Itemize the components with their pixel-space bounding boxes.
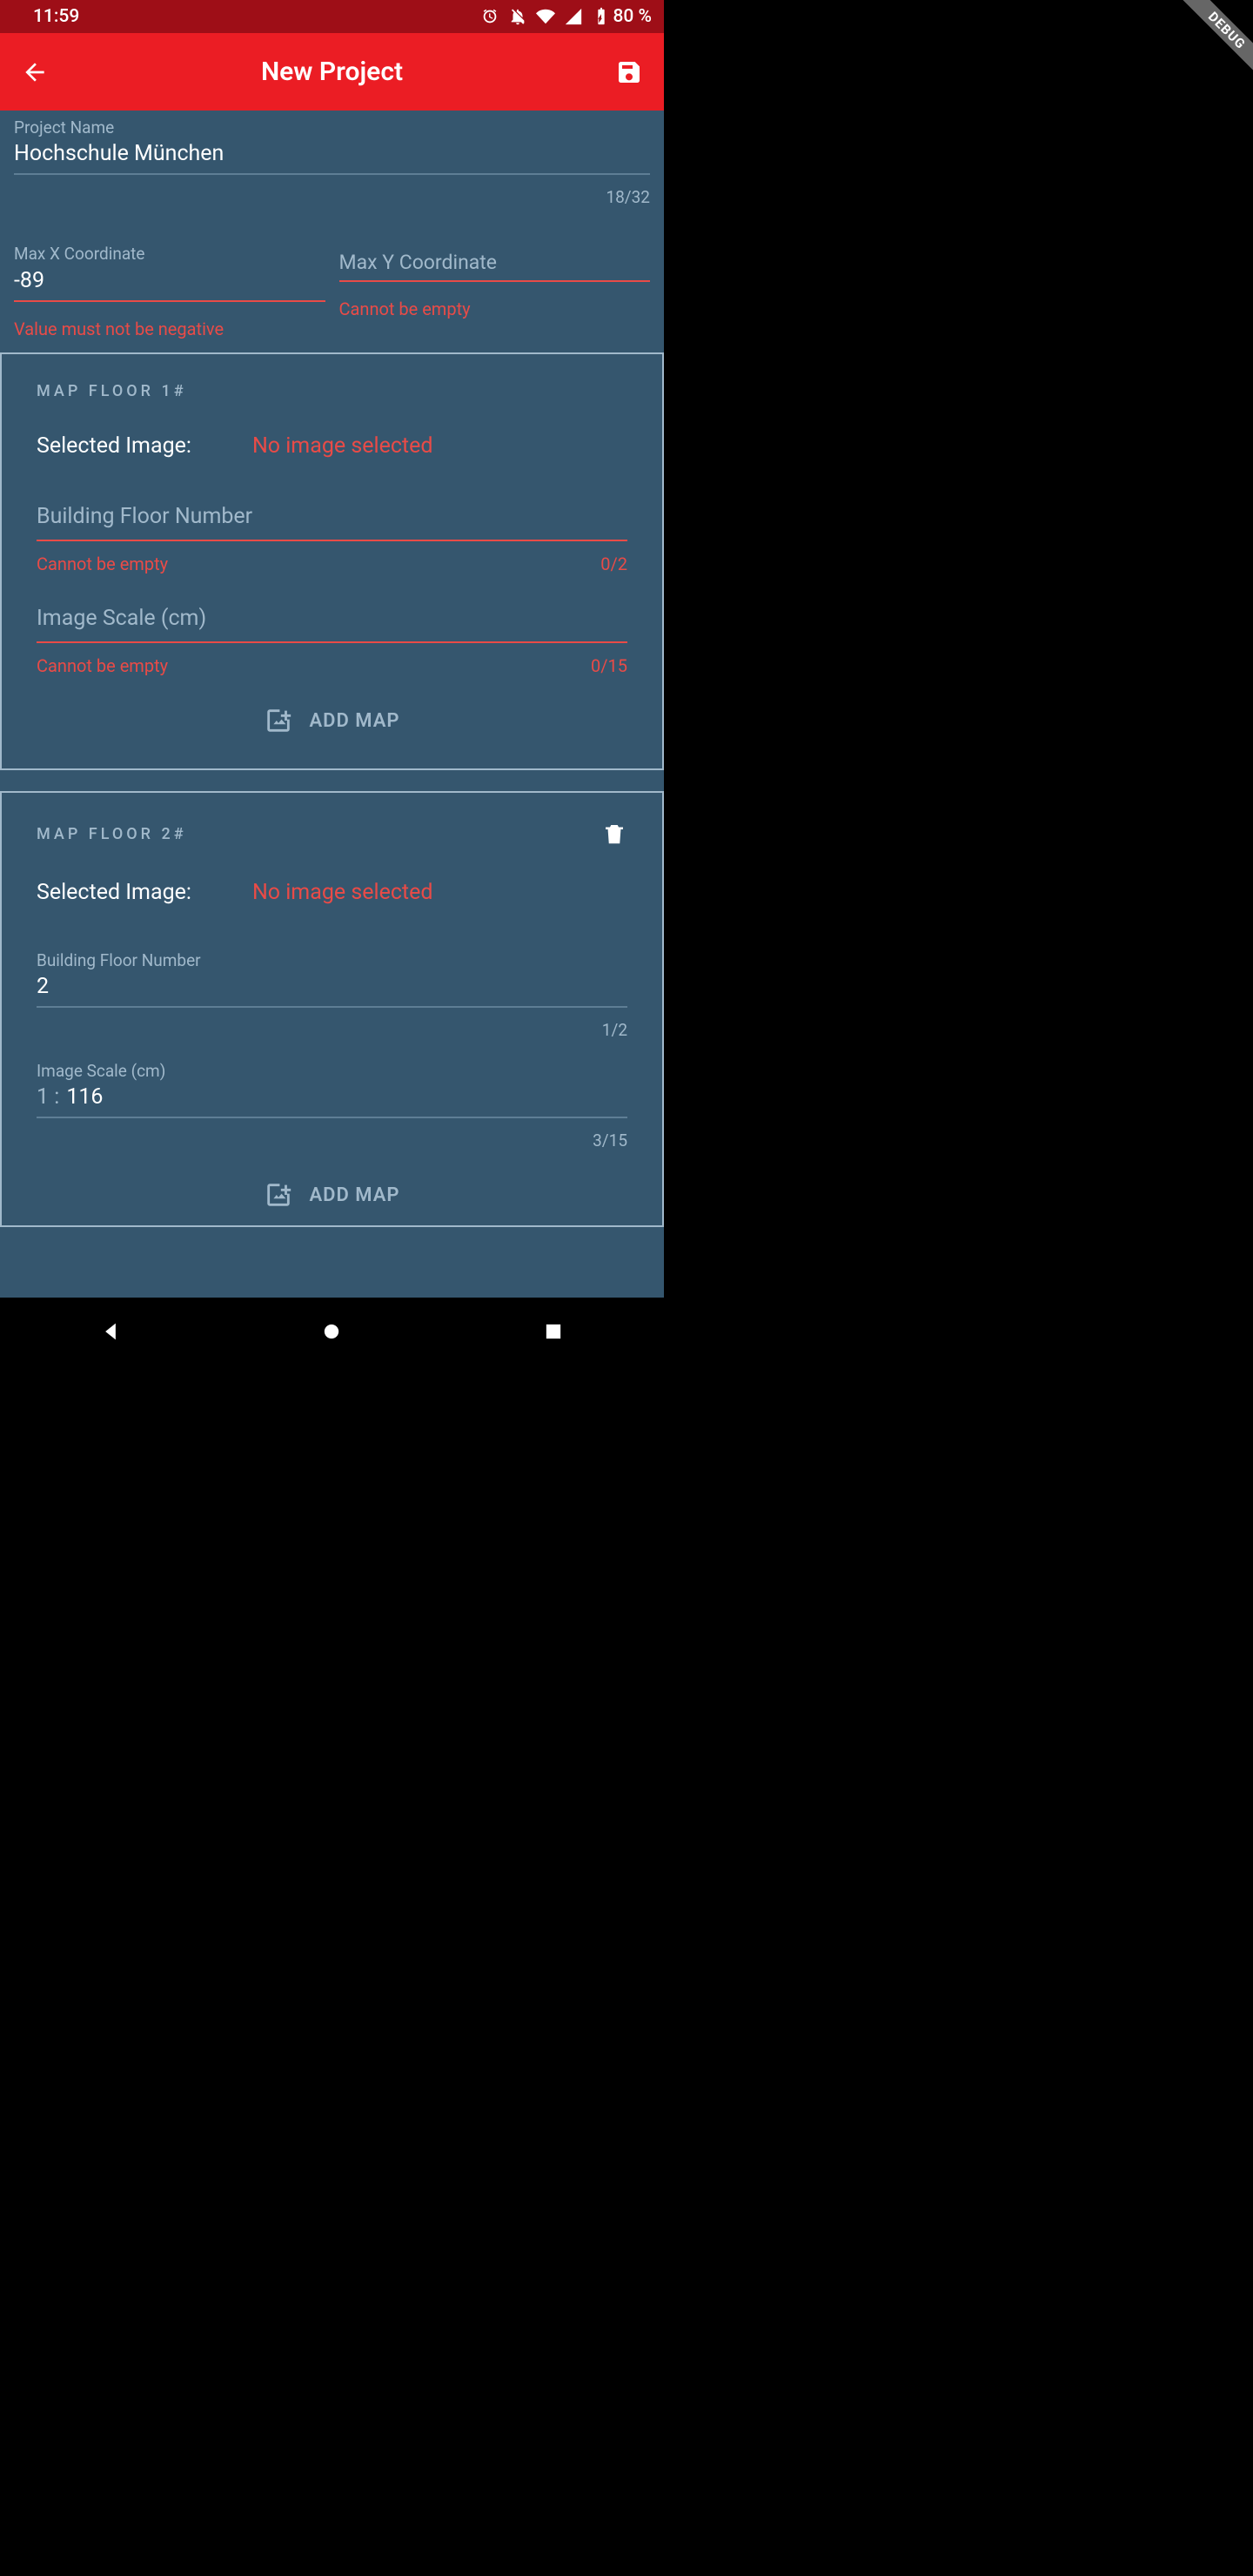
image-scale-prefix-2: 1 : [37, 1084, 59, 1110]
image-scale-label-2: Image Scale (cm) [37, 1061, 627, 1081]
floor-number-error-1: Cannot be empty [37, 553, 168, 574]
coordinates-row: Max X Coordinate -89 Value must not be n… [14, 244, 650, 344]
map-floor-card-1: MAP FLOOR 1# Selected Image: No image se… [0, 352, 664, 770]
floor-number-field-1[interactable]: Building Floor Number Cannot be empty 0/… [37, 504, 627, 574]
alarm-icon [480, 7, 499, 26]
project-name-label: Project Name [14, 117, 650, 138]
floor-number-counter-2: 1/2 [602, 1020, 627, 1040]
notifications-off-icon [508, 7, 527, 26]
max-y-label[interactable]: Max Y Coordinate [339, 244, 651, 282]
content-area: Project Name Hochschule München 18/32 Ma… [0, 111, 664, 1298]
floor-number-field-2[interactable]: Building Floor Number 2 1/2 [37, 950, 627, 1040]
page-title: New Project [261, 57, 403, 87]
project-name-field[interactable]: Project Name Hochschule München 18/32 [14, 117, 650, 207]
max-y-field[interactable]: Max Y Coordinate Cannot be empty [339, 244, 651, 344]
map-floor-card-2: MAP FLOOR 2# Selected Image: No image se… [0, 791, 664, 1227]
max-x-label: Max X Coordinate [14, 244, 325, 264]
selected-image-row-1: Selected Image: No image selected [37, 433, 627, 459]
battery-percent: 80 % [613, 6, 652, 27]
selected-image-value-1: No image selected [252, 433, 433, 459]
save-icon [615, 58, 643, 86]
nav-recent-button[interactable] [541, 1319, 566, 1344]
max-x-value[interactable]: -89 [14, 264, 325, 302]
add-map-label-1: ADD MAP [309, 710, 399, 732]
nav-home-button[interactable] [319, 1319, 344, 1344]
delete-floor-button-2[interactable] [601, 821, 627, 847]
system-nav-bar [0, 1298, 664, 1365]
save-button[interactable] [615, 58, 643, 86]
selected-image-label-2: Selected Image: [37, 880, 191, 905]
battery-status: 80 % [592, 6, 652, 27]
selected-image-label-1: Selected Image: [37, 433, 191, 459]
status-bar: 11:59 80 % [0, 0, 664, 33]
image-scale-field-1[interactable]: Image Scale (cm) Cannot be empty 0/15 [37, 606, 627, 676]
add-map-button-2[interactable]: ADD MAP [37, 1180, 627, 1210]
app-bar: New Project [0, 33, 664, 111]
image-scale-error-1: Cannot be empty [37, 655, 168, 676]
image-scale-value-2[interactable]: 116 [66, 1084, 103, 1110]
image-scale-field-2[interactable]: Image Scale (cm) 1 : 116 3/15 [37, 1061, 627, 1150]
add-image-icon [264, 706, 293, 735]
debug-ribbon: DEBUG [1177, 0, 1253, 80]
selected-image-value-2: No image selected [252, 880, 433, 905]
selected-image-row-2: Selected Image: No image selected [37, 880, 627, 905]
image-scale-counter-1: 0/15 [591, 655, 627, 676]
project-name-value[interactable]: Hochschule München [14, 138, 650, 175]
status-time: 11:59 [33, 6, 79, 27]
add-map-label-2: ADD MAP [309, 1184, 399, 1206]
max-x-field[interactable]: Max X Coordinate -89 Value must not be n… [14, 244, 325, 344]
add-image-icon [264, 1180, 293, 1210]
back-button[interactable] [21, 58, 49, 86]
image-scale-counter-2: 3/15 [593, 1130, 627, 1150]
add-map-button-1[interactable]: ADD MAP [37, 706, 627, 735]
floor-number-placeholder-1[interactable]: Building Floor Number [37, 504, 627, 541]
cell-signal-icon [564, 7, 583, 26]
floor-number-counter-1: 0/2 [600, 553, 627, 574]
arrow-back-icon [21, 58, 49, 86]
max-y-error: Cannot be empty [339, 299, 471, 319]
project-name-counter: 18/32 [606, 187, 650, 207]
floor-number-label-2: Building Floor Number [37, 950, 627, 970]
nav-back-button[interactable] [98, 1319, 123, 1344]
image-scale-placeholder-1[interactable]: Image Scale (cm) [37, 606, 627, 643]
status-right: 80 % [480, 6, 652, 27]
floor-number-value-2[interactable]: 2 [37, 970, 627, 1008]
map-floor-title-1: MAP FLOOR 1# [37, 382, 187, 400]
map-floor-title-2: MAP FLOOR 2# [37, 825, 187, 843]
max-x-error: Value must not be negative [14, 319, 224, 339]
wifi-icon [536, 7, 555, 26]
trash-icon [601, 821, 627, 847]
